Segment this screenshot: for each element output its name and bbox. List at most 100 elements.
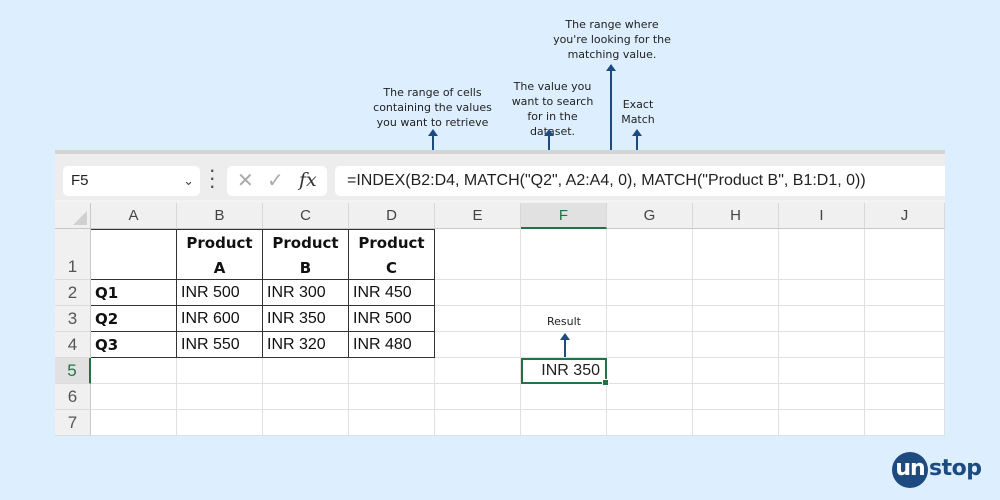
cell-e4[interactable] bbox=[435, 332, 521, 358]
selected-cell-f5[interactable]: INR 350 bbox=[521, 358, 609, 386]
annotation-lookup-range: The range where you're looking for the m… bbox=[553, 18, 671, 61]
cell-j4[interactable] bbox=[865, 332, 945, 358]
cell-j1[interactable] bbox=[865, 229, 945, 280]
cell-e1[interactable] bbox=[435, 229, 521, 280]
cell-e3[interactable] bbox=[435, 306, 521, 332]
cell-b1[interactable]: Product A bbox=[177, 229, 263, 280]
cell-d5[interactable] bbox=[349, 358, 435, 384]
name-box[interactable]: F5 ⌄ bbox=[63, 166, 200, 196]
close-icon[interactable]: ✕ bbox=[237, 168, 254, 193]
cell-g2[interactable] bbox=[607, 280, 693, 306]
cell-h7[interactable] bbox=[693, 410, 779, 436]
annotation-retrieve-range: The range of cells containing the values… bbox=[373, 86, 492, 129]
row-header-1[interactable]: 1 bbox=[55, 229, 91, 280]
cell-h2[interactable] bbox=[693, 280, 779, 306]
cell-j3[interactable] bbox=[865, 306, 945, 332]
cell-d7[interactable] bbox=[349, 410, 435, 436]
cell-a7[interactable] bbox=[91, 410, 177, 436]
cell-j2[interactable] bbox=[865, 280, 945, 306]
cell-b5[interactable] bbox=[177, 358, 263, 384]
cell-a5[interactable] bbox=[91, 358, 177, 384]
cell-d3[interactable]: INR 500 bbox=[349, 306, 435, 332]
cell-e5[interactable] bbox=[435, 358, 521, 384]
cell-f7[interactable] bbox=[521, 410, 607, 436]
cell-i7[interactable] bbox=[779, 410, 865, 436]
column-header-g[interactable]: G bbox=[607, 203, 693, 229]
cell-c4[interactable]: INR 320 bbox=[263, 332, 349, 358]
cell-g5[interactable] bbox=[607, 358, 693, 384]
cell-h4[interactable] bbox=[693, 332, 779, 358]
cell-a2[interactable]: Q1 bbox=[91, 280, 177, 306]
cell-e2[interactable] bbox=[435, 280, 521, 306]
formula-input[interactable]: =INDEX(B2:D4, MATCH("Q2", A2:A4, 0), MAT… bbox=[335, 166, 945, 196]
cell-e6[interactable] bbox=[435, 384, 521, 410]
cell-d6[interactable] bbox=[349, 384, 435, 410]
cell-c5[interactable] bbox=[263, 358, 349, 384]
cell-c1[interactable]: Product B bbox=[263, 229, 349, 280]
cell-a1[interactable] bbox=[91, 229, 177, 280]
column-header-h[interactable]: H bbox=[693, 203, 779, 229]
insert-function-icon[interactable]: fx bbox=[299, 169, 317, 191]
cell-j6[interactable] bbox=[865, 384, 945, 410]
row-header-2[interactable]: 2 bbox=[55, 280, 91, 306]
formula-actions: ✕ ✓ fx bbox=[227, 166, 327, 196]
column-header-c[interactable]: C bbox=[263, 203, 349, 229]
cell-f6[interactable] bbox=[521, 384, 607, 410]
cell-i4[interactable] bbox=[779, 332, 865, 358]
cell-b4[interactable]: INR 550 bbox=[177, 332, 263, 358]
column-header-b[interactable]: B bbox=[177, 203, 263, 229]
cell-e7[interactable] bbox=[435, 410, 521, 436]
cell-g6[interactable] bbox=[607, 384, 693, 410]
row-header-4[interactable]: 4 bbox=[55, 332, 91, 358]
product-header-line1: Product bbox=[272, 234, 339, 252]
cell-d1[interactable]: Product C bbox=[349, 229, 435, 280]
row-header-7[interactable]: 7 bbox=[55, 410, 91, 436]
cell-h1[interactable] bbox=[693, 229, 779, 280]
cell-b3[interactable]: INR 600 bbox=[177, 306, 263, 332]
cell-i5[interactable] bbox=[779, 358, 865, 384]
column-header-i[interactable]: I bbox=[779, 203, 865, 229]
cell-h5[interactable] bbox=[693, 358, 779, 384]
select-all-button[interactable] bbox=[55, 203, 91, 229]
cell-a4[interactable]: Q3 bbox=[91, 332, 177, 358]
chevron-down-icon[interactable]: ⌄ bbox=[183, 166, 194, 196]
cell-h3[interactable] bbox=[693, 306, 779, 332]
cell-c6[interactable] bbox=[263, 384, 349, 410]
annotation-result: Result bbox=[547, 315, 581, 328]
cell-a3[interactable]: Q2 bbox=[91, 306, 177, 332]
cell-b6[interactable] bbox=[177, 384, 263, 410]
cell-g7[interactable] bbox=[607, 410, 693, 436]
cell-i6[interactable] bbox=[779, 384, 865, 410]
more-options-icon[interactable]: · · · bbox=[210, 164, 215, 196]
column-header-d[interactable]: D bbox=[349, 203, 435, 229]
row-header-3[interactable]: 3 bbox=[55, 306, 91, 332]
cell-i1[interactable] bbox=[779, 229, 865, 280]
cell-f2[interactable] bbox=[521, 280, 607, 306]
cell-b7[interactable] bbox=[177, 410, 263, 436]
cell-i2[interactable] bbox=[779, 280, 865, 306]
cell-j7[interactable] bbox=[865, 410, 945, 436]
cell-j5[interactable] bbox=[865, 358, 945, 384]
cell-g4[interactable] bbox=[607, 332, 693, 358]
cell-a6[interactable] bbox=[91, 384, 177, 410]
check-icon[interactable]: ✓ bbox=[267, 168, 284, 193]
column-header-e[interactable]: E bbox=[435, 203, 521, 229]
cell-d2[interactable]: INR 450 bbox=[349, 280, 435, 306]
row-header-6[interactable]: 6 bbox=[55, 384, 91, 410]
cell-b2[interactable]: INR 500 bbox=[177, 280, 263, 306]
product-header-line1: Product bbox=[186, 234, 253, 252]
cell-h6[interactable] bbox=[693, 384, 779, 410]
cell-c2[interactable]: INR 300 bbox=[263, 280, 349, 306]
cell-f1[interactable] bbox=[521, 229, 607, 280]
column-header-f[interactable]: F bbox=[521, 203, 607, 229]
cell-c7[interactable] bbox=[263, 410, 349, 436]
spreadsheet-window: F5 ⌄ · · · ✕ ✓ fx =INDEX(B2:D4, MATCH("Q2"… bbox=[55, 150, 945, 436]
row-header-5[interactable]: 5 bbox=[55, 358, 91, 384]
cell-i3[interactable] bbox=[779, 306, 865, 332]
cell-d4[interactable]: INR 480 bbox=[349, 332, 435, 358]
cell-g3[interactable] bbox=[607, 306, 693, 332]
cell-c3[interactable]: INR 350 bbox=[263, 306, 349, 332]
column-header-a[interactable]: A bbox=[91, 203, 177, 229]
column-header-j[interactable]: J bbox=[865, 203, 945, 229]
cell-g1[interactable] bbox=[607, 229, 693, 280]
